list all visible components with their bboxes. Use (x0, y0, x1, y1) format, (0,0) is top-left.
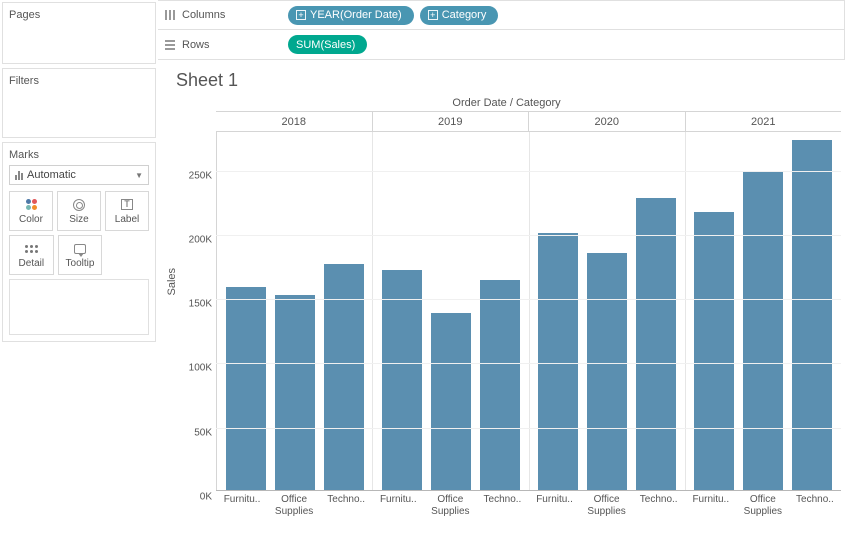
pages-title: Pages (9, 9, 149, 21)
x-category-label: Office Supplies (739, 491, 787, 519)
bar[interactable] (324, 264, 364, 490)
chart-grid: Sales 0K50K100K150K200K250K 201820192020… (172, 111, 841, 491)
marks-title: Marks (9, 149, 149, 161)
plot-area[interactable]: 2018201920202021 (216, 111, 841, 491)
x-axis[interactable]: Furnitu..Office SuppliesTechno..Furnitu.… (216, 491, 841, 519)
left-panel-column: Pages Filters Marks Automatic ▼ Color Si… (0, 0, 158, 558)
y-tick: 150K (189, 299, 212, 310)
y-tick: 0K (200, 492, 212, 503)
x-category-label: Office Supplies (270, 491, 318, 519)
bar[interactable] (636, 198, 676, 490)
year-headers: 2018201920202021 (216, 112, 841, 132)
x-category-label: Furnitu.. (218, 491, 266, 519)
pill-category[interactable]: + Category (420, 6, 499, 25)
rows-icon (164, 39, 176, 51)
chart-area: Sheet 1 Order Date / Category Sales 0K 50… (158, 60, 845, 558)
filters-title: Filters (9, 75, 149, 87)
year-group (372, 132, 528, 490)
expand-icon: + (428, 10, 438, 20)
y-tick: 100K (189, 363, 212, 374)
rows-shelf[interactable]: Rows SUM(Sales) (158, 30, 845, 60)
x-category-label: Office Supplies (583, 491, 631, 519)
mark-type-label: Automatic (27, 169, 76, 181)
filters-shelf[interactable]: Filters (2, 68, 156, 138)
bar[interactable] (480, 280, 520, 490)
label-card[interactable]: T Label (105, 191, 149, 231)
color-card-label: Color (19, 214, 43, 225)
bar[interactable] (275, 295, 315, 490)
pages-shelf[interactable]: Pages (2, 2, 156, 64)
y-axis-label: Sales (166, 268, 178, 296)
bar[interactable] (792, 140, 832, 490)
y-tick: 50K (194, 427, 212, 438)
bar[interactable] (538, 233, 578, 490)
marks-drop-area[interactable] (9, 279, 149, 335)
rows-shelf-label: Rows (182, 39, 210, 51)
pill-text: YEAR(Order Date) (310, 9, 402, 21)
year-header[interactable]: 2020 (528, 112, 685, 131)
year-group (216, 132, 372, 490)
size-card-label: Size (69, 214, 88, 225)
pill-text: SUM(Sales) (296, 39, 355, 51)
expand-icon: + (296, 10, 306, 20)
chevron-down-icon: ▼ (135, 171, 143, 180)
x-category-label: Furnitu.. (687, 491, 735, 519)
columns-icon (164, 9, 176, 21)
y-axis[interactable]: Sales 0K50K100K150K200K250K (172, 111, 216, 491)
y-tick: 250K (189, 170, 212, 181)
year-group (529, 132, 685, 490)
bar[interactable] (743, 172, 783, 490)
year-group (685, 132, 841, 490)
columns-shelf[interactable]: Columns + YEAR(Order Date) + Category (158, 0, 845, 30)
x-category-label: Techno.. (791, 491, 839, 519)
tooltip-card-label: Tooltip (66, 258, 95, 269)
year-header[interactable]: 2019 (372, 112, 529, 131)
x-category-label: Furnitu.. (531, 491, 579, 519)
sheet-title[interactable]: Sheet 1 (176, 70, 841, 91)
bar[interactable] (226, 287, 266, 490)
pill-year-order-date[interactable]: + YEAR(Order Date) (288, 6, 414, 25)
tooltip-icon (74, 244, 86, 254)
year-header[interactable]: 2018 (216, 112, 372, 131)
bar[interactable] (587, 253, 627, 490)
pill-text: Category (442, 9, 487, 21)
tooltip-card[interactable]: Tooltip (58, 235, 103, 275)
x-category-label: Techno.. (478, 491, 526, 519)
label-card-label: Label (115, 214, 139, 225)
size-card[interactable]: Size (57, 191, 101, 231)
mark-type-dropdown[interactable]: Automatic ▼ (9, 165, 149, 185)
marks-card: Marks Automatic ▼ Color Size T Label (2, 142, 156, 342)
bar[interactable] (694, 212, 734, 490)
app-root: Pages Filters Marks Automatic ▼ Color Si… (0, 0, 845, 558)
x-category-label: Office Supplies (426, 491, 474, 519)
detail-card-label: Detail (19, 258, 45, 269)
detail-icon (25, 245, 38, 253)
bar[interactable] (382, 270, 422, 490)
main-area: Columns + YEAR(Order Date) + Category Ro… (158, 0, 845, 558)
year-header[interactable]: 2021 (685, 112, 842, 131)
column-axis-header: Order Date / Category (172, 97, 841, 109)
x-category-label: Techno.. (322, 491, 370, 519)
color-icon (26, 199, 37, 210)
y-tick: 200K (189, 234, 212, 245)
detail-card[interactable]: Detail (9, 235, 54, 275)
label-icon: T (121, 199, 133, 210)
pill-sum-sales[interactable]: SUM(Sales) (288, 35, 367, 54)
color-card[interactable]: Color (9, 191, 53, 231)
bar-chart-icon (15, 170, 23, 180)
x-category-label: Furnitu.. (374, 491, 422, 519)
bar[interactable] (431, 313, 471, 490)
columns-shelf-label: Columns (182, 9, 225, 21)
size-icon (73, 199, 85, 211)
x-category-label: Techno.. (635, 491, 683, 519)
